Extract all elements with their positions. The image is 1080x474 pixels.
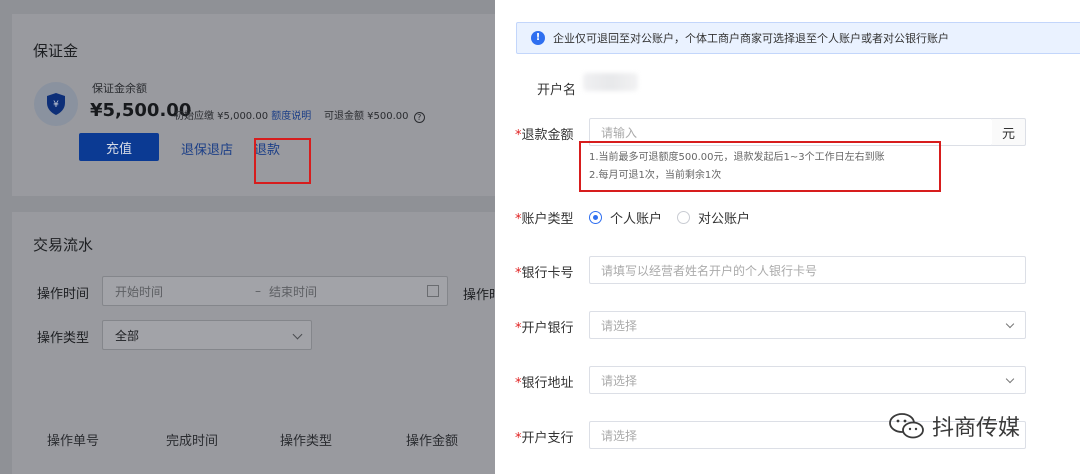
chevron-down-icon bbox=[292, 329, 303, 340]
op-time-label: 操作时间 bbox=[37, 287, 90, 302]
bank-select[interactable]: 请选择 bbox=[589, 311, 1026, 339]
refundable-amount: 可退金额 ¥500.00 bbox=[323, 111, 409, 122]
card-no-input[interactable]: 请填写以经营者姓名开户的个人银行卡号 bbox=[589, 256, 1026, 284]
quit-store-link[interactable]: 退保退店 bbox=[181, 139, 233, 158]
account-name-label: 开户名 bbox=[537, 83, 577, 98]
start-date[interactable]: 开始时间 bbox=[115, 283, 163, 300]
transaction-title: 交易流水 bbox=[33, 236, 94, 254]
chevron-down-icon bbox=[1005, 374, 1015, 384]
column-header: 完成时间 bbox=[166, 434, 219, 449]
help-icon[interactable]: ? bbox=[413, 112, 425, 123]
account-type-label: *账户类型 bbox=[515, 212, 574, 227]
shield-icon: ¥ bbox=[34, 82, 78, 126]
wechat-icon bbox=[889, 413, 924, 439]
radio-checked-icon bbox=[589, 211, 602, 224]
refund-drawer: ! 企业仅可退回至对公账户，个体工商户商家可选择退至个人账户或者对公银行账户 ×… bbox=[495, 0, 1080, 474]
refund-highlight-box bbox=[254, 138, 311, 184]
branch-label: *开户支行 bbox=[515, 431, 574, 446]
op-type-label: 操作类型 bbox=[37, 331, 90, 346]
column-header: 操作金额 bbox=[406, 434, 459, 449]
op-type-select[interactable]: 全部 bbox=[102, 320, 312, 350]
watermark: 抖商传媒 bbox=[888, 410, 1020, 442]
watermark-text: 抖商传媒 bbox=[932, 416, 1021, 441]
hint-highlight-box bbox=[579, 141, 941, 192]
branch-placeholder: 请选择 bbox=[601, 428, 638, 443]
background-page: 保证金 ¥ 保证金余额 ¥5,500.00 初始应缴 ¥5,000.00 额度说… bbox=[0, 0, 495, 474]
recharge-button[interactable]: 充值 bbox=[79, 133, 159, 161]
svg-text:¥: ¥ bbox=[53, 100, 59, 110]
calendar-icon bbox=[427, 285, 439, 297]
radio-label: 对公账户 bbox=[698, 212, 751, 227]
account-name-value-blurred bbox=[583, 73, 638, 91]
unit-suffix: 元 bbox=[992, 118, 1026, 146]
deposit-title: 保证金 bbox=[33, 42, 79, 60]
radio-label: 个人账户 bbox=[610, 212, 663, 227]
balance-label: 保证金余额 bbox=[92, 82, 147, 95]
initial-amount: 初始应缴 ¥5,000.00 bbox=[174, 111, 269, 122]
range-separator: – bbox=[255, 284, 261, 298]
refund-amount-label: *退款金额 bbox=[515, 128, 574, 143]
card-no-placeholder: 请填写以经营者姓名开户的个人银行卡号 bbox=[601, 263, 818, 278]
op-time-label-cut: 操作时 bbox=[463, 288, 495, 303]
info-icon: ! bbox=[531, 31, 545, 45]
bank-address-label: *银行地址 bbox=[515, 376, 574, 391]
bank-label: *开户银行 bbox=[515, 321, 574, 336]
shield-yuan-icon: ¥ bbox=[47, 93, 65, 115]
bank-address-placeholder: 请选择 bbox=[601, 373, 638, 388]
balance-meta: 初始应缴 ¥5,000.00 额度说明 可退金额 ¥500.00 ? bbox=[174, 107, 425, 123]
date-range-picker[interactable]: 开始时间 – 结束时间 bbox=[102, 276, 448, 306]
quota-explain-link[interactable]: 额度说明 bbox=[271, 111, 311, 122]
end-date[interactable]: 结束时间 bbox=[269, 283, 317, 300]
notice-banner: ! 企业仅可退回至对公账户，个体工商户商家可选择退至个人账户或者对公银行账户 × bbox=[516, 22, 1080, 54]
column-header: 操作单号 bbox=[47, 434, 100, 449]
op-type-value: 全部 bbox=[115, 328, 140, 343]
bank-placeholder: 请选择 bbox=[601, 318, 638, 333]
radio-personal-account[interactable]: 个人账户 bbox=[589, 208, 662, 227]
radio-unchecked-icon bbox=[677, 211, 690, 224]
radio-corporate-account[interactable]: 对公账户 bbox=[677, 208, 750, 227]
column-header: 操作类型 bbox=[280, 434, 333, 449]
card-no-label: *银行卡号 bbox=[515, 266, 574, 281]
notice-text: 企业仅可退回至对公账户，个体工商户商家可选择退至个人账户或者对公银行账户 bbox=[553, 32, 949, 45]
refund-amount-placeholder: 请输入 bbox=[601, 125, 638, 140]
bank-address-select[interactable]: 请选择 bbox=[589, 366, 1026, 394]
chevron-down-icon bbox=[1005, 319, 1015, 329]
